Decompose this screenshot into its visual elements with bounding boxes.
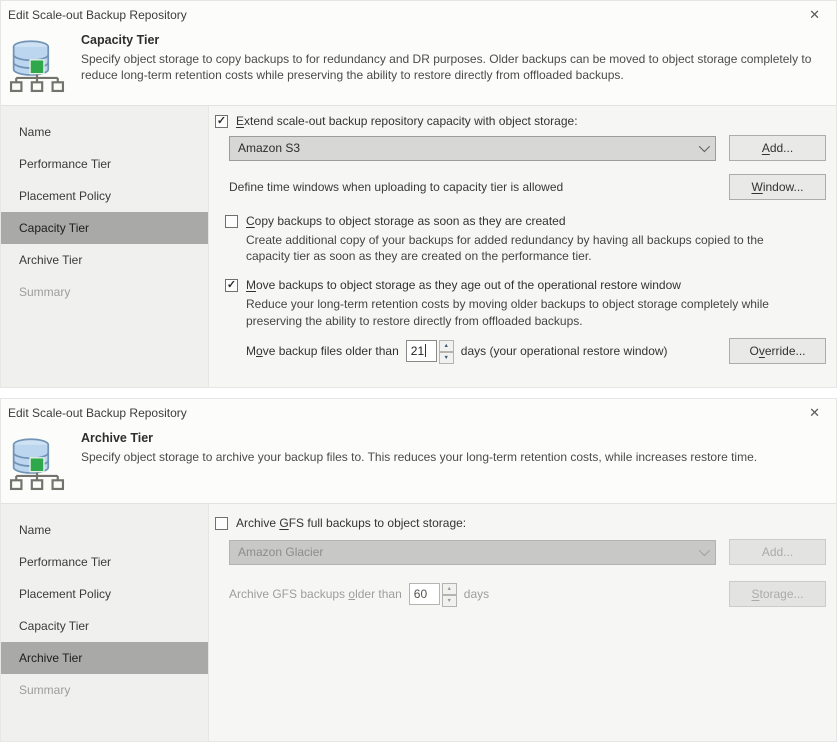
sidebar-item-summary: Summary — [1, 276, 208, 308]
spin-down-icon: ▼ — [442, 595, 457, 607]
sidebar-item-name[interactable]: Name — [1, 514, 208, 546]
sidebar-item-name[interactable]: Name — [1, 116, 208, 148]
step-description: Specify object storage to copy backups t… — [81, 52, 823, 83]
move-age-suffix-label: days (your operational restore window) — [461, 344, 668, 358]
override-button[interactable]: Override... — [729, 338, 826, 364]
sidebar-item-placement-policy[interactable]: Placement Policy — [1, 180, 208, 212]
wizard-header: Archive Tier Specify object storage to a… — [1, 424, 836, 503]
wizard-steps-sidebar: Name Performance Tier Placement Policy C… — [1, 504, 209, 741]
archive-age-days-stepper: ▲ ▼ — [442, 583, 457, 605]
archive-tier-panel: Archive GFS full backups to object stora… — [209, 504, 836, 741]
scale-out-repository-icon — [5, 431, 69, 495]
archive-gfs-label: Archive GFS full backups to object stora… — [236, 516, 466, 530]
archive-age-prefix-label: Archive GFS backups older than — [229, 587, 402, 601]
move-backups-label: Move backups to object storage as they a… — [246, 278, 681, 292]
sidebar-item-capacity-tier[interactable]: Capacity Tier — [1, 212, 208, 244]
wizard-steps-sidebar: Name Performance Tier Placement Policy C… — [1, 106, 209, 387]
copy-backups-description: Create additional copy of your backups f… — [246, 232, 811, 264]
extend-capacity-label: Extend scale-out backup repository capac… — [236, 114, 578, 128]
close-icon[interactable]: ✕ — [805, 406, 824, 420]
scale-out-repository-icon — [5, 33, 69, 97]
sidebar-item-performance-tier[interactable]: Performance Tier — [1, 148, 208, 180]
archive-age-suffix-label: days — [464, 587, 489, 601]
title-bar: Edit Scale-out Backup Repository ✕ — [1, 1, 836, 26]
move-age-days-input[interactable]: 21 — [406, 340, 437, 362]
dialog-title: Edit Scale-out Backup Repository — [8, 406, 187, 420]
chevron-down-icon — [699, 141, 710, 152]
window-button[interactable]: Window... — [729, 174, 826, 200]
object-storage-selected-value: Amazon S3 — [238, 141, 699, 155]
edit-sobr-dialog-archive: Edit Scale-out Backup Repository ✕ Archi… — [0, 398, 837, 742]
capacity-tier-panel: ✓ Extend scale-out backup repository cap… — [209, 106, 836, 387]
dialog-title: Edit Scale-out Backup Repository — [8, 8, 187, 22]
step-heading: Capacity Tier — [81, 33, 823, 47]
add-button[interactable]: Add... — [729, 135, 826, 161]
object-storage-select[interactable]: Amazon S3 — [229, 136, 716, 161]
sidebar-item-archive-tier[interactable]: Archive Tier — [1, 642, 208, 674]
archive-storage-selected-value: Amazon Glacier — [238, 545, 699, 559]
archive-storage-select: Amazon Glacier — [229, 540, 716, 565]
text-caret — [425, 344, 426, 357]
spin-down-icon[interactable]: ▼ — [439, 352, 454, 364]
spin-up-icon[interactable]: ▲ — [439, 340, 454, 352]
title-bar: Edit Scale-out Backup Repository ✕ — [1, 399, 836, 424]
sidebar-item-placement-policy[interactable]: Placement Policy — [1, 578, 208, 610]
extend-capacity-checkbox[interactable]: ✓ — [215, 115, 228, 128]
edit-sobr-dialog-capacity: Edit Scale-out Backup Repository ✕ Capac… — [0, 0, 837, 388]
step-description: Specify object storage to archive your b… — [81, 450, 757, 466]
add-button: Add... — [729, 539, 826, 565]
chevron-down-icon — [699, 545, 710, 556]
archive-age-days-input: 60 — [409, 583, 440, 605]
copy-backups-checkbox[interactable] — [225, 215, 238, 228]
wizard-header: Capacity Tier Specify object storage to … — [1, 26, 836, 105]
time-windows-label: Define time windows when uploading to ca… — [229, 180, 716, 194]
sidebar-item-performance-tier[interactable]: Performance Tier — [1, 546, 208, 578]
sidebar-item-archive-tier[interactable]: Archive Tier — [1, 244, 208, 276]
close-icon[interactable]: ✕ — [805, 8, 824, 22]
copy-backups-label: Copy backups to object storage as soon a… — [246, 214, 566, 228]
move-age-days-stepper: ▲ ▼ — [439, 340, 454, 362]
sidebar-item-summary: Summary — [1, 674, 208, 706]
sidebar-item-capacity-tier[interactable]: Capacity Tier — [1, 610, 208, 642]
archive-gfs-checkbox[interactable] — [215, 517, 228, 530]
step-heading: Archive Tier — [81, 431, 757, 445]
spin-up-icon: ▲ — [442, 583, 457, 595]
move-backups-checkbox[interactable]: ✓ — [225, 279, 238, 292]
storage-button: Storage... — [729, 581, 826, 607]
move-backups-description: Reduce your long-term retention costs by… — [246, 296, 811, 328]
move-age-prefix-label: Move backup files older than — [246, 344, 399, 358]
